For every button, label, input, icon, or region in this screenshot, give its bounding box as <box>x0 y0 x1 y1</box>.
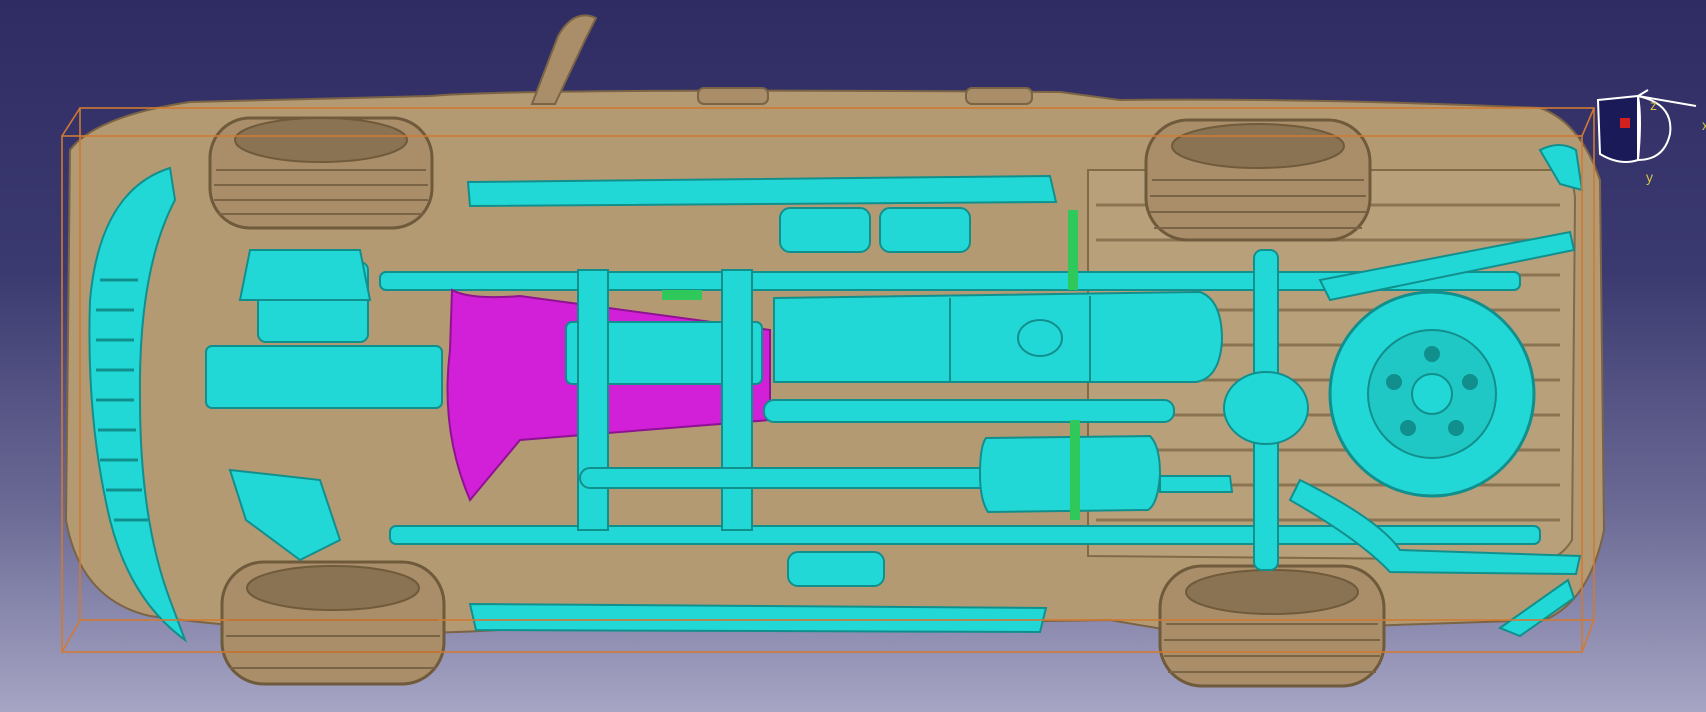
fuel-tank <box>773 290 1224 383</box>
tailpipe <box>1159 475 1234 493</box>
axis-x-label: x <box>1702 117 1706 133</box>
door-handle <box>965 87 1033 105</box>
door-handle <box>697 87 769 105</box>
driveshaft <box>763 399 1175 423</box>
crossmember-post <box>577 269 609 531</box>
front-control-arm <box>238 249 372 301</box>
exhaust-pipe <box>579 467 991 489</box>
green-component <box>1068 210 1078 290</box>
crossmember-post <box>721 269 753 531</box>
axis-compass[interactable]: x y z <box>1590 88 1706 198</box>
cad-3d-viewport[interactable]: x y z <box>0 0 1706 712</box>
heat-shield <box>779 207 871 253</box>
tire-rear-right <box>1158 564 1386 688</box>
spare-tire <box>1328 290 1536 498</box>
tire-front-right <box>220 560 446 686</box>
rocker-rail-bottom <box>468 602 1048 634</box>
front-crossmember <box>205 345 443 409</box>
axis-y-label: y <box>1646 169 1653 185</box>
vehicle-underbody-model[interactable] <box>0 0 1706 712</box>
axis-z-label: z <box>1650 97 1657 113</box>
rear-differential <box>1223 371 1309 445</box>
tire-front-left <box>208 116 434 230</box>
green-component <box>1070 420 1080 520</box>
heat-shield <box>879 207 971 253</box>
tire-rear-left <box>1144 118 1372 242</box>
green-component <box>662 290 702 300</box>
skid-plate <box>787 551 885 587</box>
rocker-rail-top <box>466 174 1058 208</box>
